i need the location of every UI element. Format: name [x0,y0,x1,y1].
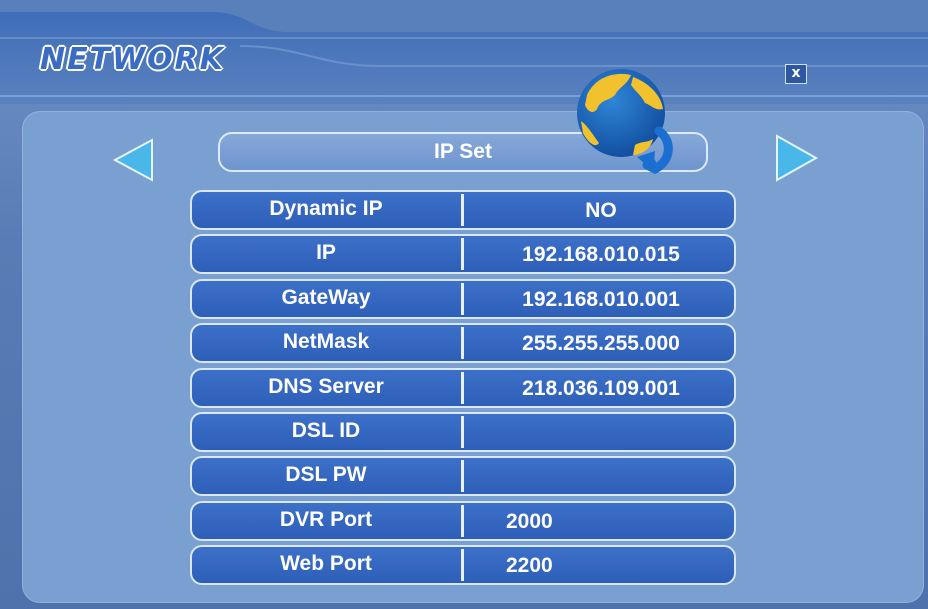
row-divider [461,505,464,537]
settings-row[interactable]: Dynamic IP NO [190,190,736,230]
network-window: NETWORK x IP Set Dynamic IP NO IP 192.168.0… [0,0,928,609]
setting-label: Dynamic IP [269,197,383,220]
setting-value[interactable]: 192.168.010.015 [468,236,734,272]
settings-row[interactable]: DSL PW [190,456,736,496]
setting-label: DNS Server [268,375,384,398]
setting-label: DVR Port [279,508,373,531]
settings-row[interactable]: DVR Port 2000 [190,501,736,541]
settings-row[interactable]: DNS Server 218.036.109.001 [190,368,736,408]
close-button[interactable]: x [785,64,807,84]
setting-value[interactable]: 2200 [468,547,734,583]
settings-row[interactable]: GateWay 192.168.010.001 [190,279,736,319]
setting-label: IP [316,241,336,264]
row-divider [461,238,464,270]
settings-row[interactable]: IP 192.168.010.015 [190,234,736,274]
triangle-left-icon[interactable] [112,138,156,182]
setting-label: DSL PW [285,463,367,486]
setting-label: DSL ID [291,419,361,442]
setting-label: GateWay [281,286,371,309]
setting-value[interactable] [468,458,734,494]
title-bar: NETWORK x [0,0,928,104]
setting-label: NetMask [282,330,370,353]
row-divider [461,194,464,226]
setting-value[interactable] [468,414,734,450]
row-divider [461,327,464,359]
window-title: NETWORK [40,42,226,77]
settings-row[interactable]: DSL ID [190,412,736,452]
row-divider [461,460,464,492]
setting-value[interactable]: 218.036.109.001 [468,370,734,406]
globe-refresh-icon [577,69,673,175]
row-divider [461,283,464,315]
setting-label: Web Port [280,552,372,575]
row-divider [461,416,464,448]
setting-value[interactable]: 255.255.255.000 [468,325,734,361]
settings-row[interactable]: NetMask 255.255.255.000 [190,323,736,363]
row-divider [461,549,464,581]
setting-value[interactable]: 192.168.010.001 [468,281,734,317]
triangle-right-icon[interactable] [773,133,819,183]
row-divider [461,372,464,404]
settings-row[interactable]: Web Port 2200 [190,545,736,585]
setting-value[interactable]: 2000 [468,503,734,539]
setting-value[interactable]: NO [468,192,734,228]
